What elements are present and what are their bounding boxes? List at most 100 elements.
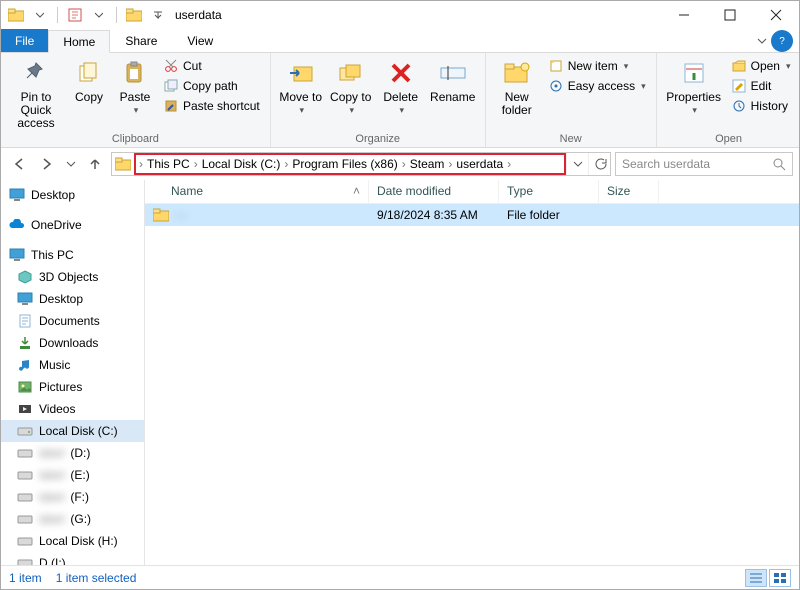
qat-customize[interactable] <box>147 4 169 26</box>
col-name[interactable]: Name ˄ <box>145 180 369 203</box>
crumb-steam[interactable]: Steam <box>407 157 448 171</box>
file-menu[interactable]: File <box>1 29 48 52</box>
column-headers: Name ˄ Date modified Type Size <box>145 180 799 204</box>
easy-access-button[interactable]: Easy access▾ <box>546 77 648 95</box>
group-new: New folder New item▾ Easy access▾ New <box>486 53 657 147</box>
window-title: userdata <box>175 8 222 22</box>
crumb-userdata[interactable]: userdata <box>453 157 506 171</box>
pin-to-quick-access-button[interactable]: Pin to Quick access <box>9 57 63 131</box>
row-name: — <box>175 208 187 222</box>
move-to-button[interactable]: Move to▾ <box>279 57 323 116</box>
tree-onedrive[interactable]: OneDrive <box>1 214 144 236</box>
paste-shortcut-button[interactable]: Paste shortcut <box>161 97 262 115</box>
selection-count: 1 item selected <box>56 571 137 585</box>
tree-downloads[interactable]: Downloads <box>1 332 144 354</box>
paste-button[interactable]: Paste ▾ <box>115 57 155 116</box>
navigation-tree[interactable]: Desktop OneDrive This PC 3D Objects Desk… <box>1 180 145 565</box>
edit-button[interactable]: Edit <box>729 77 793 95</box>
ribbon-collapse[interactable] <box>753 29 771 52</box>
window-controls <box>661 1 799 29</box>
cut-button[interactable]: Cut <box>161 57 262 75</box>
navigation-row: › This PC › Local Disk (C:) › Program Fi… <box>1 148 799 180</box>
tree-drive-e[interactable]: label (E:) <box>1 464 144 486</box>
address-dropdown[interactable] <box>566 153 588 175</box>
menu-tabs: File Home Share View ? <box>1 29 799 53</box>
back-button[interactable] <box>7 152 31 176</box>
sort-indicator-icon: ˄ <box>353 184 360 198</box>
forward-button[interactable] <box>35 152 59 176</box>
status-bar: 1 item 1 item selected <box>1 565 799 589</box>
open-label: Open <box>751 59 780 73</box>
refresh-button[interactable] <box>588 153 610 175</box>
tab-view[interactable]: View <box>172 29 228 52</box>
col-date[interactable]: Date modified <box>369 180 499 203</box>
drive-icon <box>17 445 33 461</box>
copy-to-label: Copy to <box>330 91 371 104</box>
col-size[interactable]: Size <box>599 180 659 203</box>
tree-desktop[interactable]: Desktop <box>1 184 144 206</box>
tree-desktop-2[interactable]: Desktop <box>1 288 144 310</box>
tree-drive-f[interactable]: label (F:) <box>1 486 144 508</box>
crumb-this-pc[interactable]: This PC <box>144 157 193 171</box>
details-view-button[interactable] <box>745 569 767 587</box>
crumb-local-c[interactable]: Local Disk (C:) <box>199 157 284 171</box>
folder-icon <box>153 207 169 223</box>
search-input[interactable]: Search userdata <box>615 152 793 176</box>
tree-drive-g[interactable]: label (G:) <box>1 508 144 530</box>
group-open: Properties▾ Open▾ Edit History Open <box>657 53 800 147</box>
breadcrumb: › This PC › Local Disk (C:) › Program Fi… <box>134 153 566 175</box>
easy-access-icon <box>548 78 564 94</box>
move-to-label: Move to <box>279 91 322 104</box>
col-type[interactable]: Type <box>499 180 599 203</box>
table-row[interactable]: — 9/18/2024 8:35 AM File folder <box>145 204 799 226</box>
tab-home[interactable]: Home <box>48 30 110 53</box>
copy-label: Copy <box>75 91 103 104</box>
tree-pictures[interactable]: Pictures <box>1 376 144 398</box>
rename-icon <box>437 57 469 89</box>
tree-3d-objects[interactable]: 3D Objects <box>1 266 144 288</box>
tab-share[interactable]: Share <box>110 29 172 52</box>
copy-path-button[interactable]: Copy path <box>161 77 262 95</box>
rename-button[interactable]: Rename <box>429 57 477 104</box>
tree-drive-d[interactable]: label (D:) <box>1 442 144 464</box>
desktop-icon <box>9 187 25 203</box>
new-item-button[interactable]: New item▾ <box>546 57 648 75</box>
properties-icon[interactable] <box>64 4 86 26</box>
move-to-icon <box>285 57 317 89</box>
easy-access-label: Easy access <box>568 79 635 93</box>
documents-icon <box>17 313 33 329</box>
help-icon[interactable]: ? <box>771 30 793 52</box>
tree-local-disk-h[interactable]: Local Disk (H:) <box>1 530 144 552</box>
up-button[interactable] <box>83 152 107 176</box>
tree-local-disk-c[interactable]: Local Disk (C:) <box>1 420 144 442</box>
maximize-button[interactable] <box>707 1 753 29</box>
list-body[interactable]: — 9/18/2024 8:35 AM File folder <box>145 204 799 565</box>
properties-button[interactable]: Properties▾ <box>665 57 723 116</box>
tree-documents[interactable]: Documents <box>1 310 144 332</box>
tree-d-i[interactable]: D (I:) <box>1 552 144 565</box>
qat-dropdown[interactable] <box>29 4 51 26</box>
tree-music[interactable]: Music <box>1 354 144 376</box>
close-button[interactable] <box>753 1 799 29</box>
recent-locations[interactable] <box>63 152 79 176</box>
open-button[interactable]: Open▾ <box>729 57 793 75</box>
new-item-icon <box>548 58 564 74</box>
new-folder-label: New folder <box>494 91 540 117</box>
separator <box>57 7 58 23</box>
tree-this-pc[interactable]: This PC <box>1 244 144 266</box>
tree-videos[interactable]: Videos <box>1 398 144 420</box>
copy-to-button[interactable]: Copy to▾ <box>329 57 373 116</box>
row-type: File folder <box>499 208 599 222</box>
delete-button[interactable]: Delete▾ <box>379 57 423 116</box>
quick-access-toolbar <box>5 4 169 26</box>
crumb-program-files[interactable]: Program Files (x86) <box>289 157 400 171</box>
body: Desktop OneDrive This PC 3D Objects Desk… <box>1 180 799 565</box>
large-icons-view-button[interactable] <box>769 569 791 587</box>
address-bar[interactable]: › This PC › Local Disk (C:) › Program Fi… <box>111 152 611 176</box>
minimize-button[interactable] <box>661 1 707 29</box>
new-folder-button[interactable]: New folder <box>494 57 540 117</box>
copy-button[interactable]: Copy <box>69 57 109 104</box>
drive-icon <box>17 489 33 505</box>
qat-dropdown-2[interactable] <box>88 4 110 26</box>
history-button[interactable]: History <box>729 97 793 115</box>
